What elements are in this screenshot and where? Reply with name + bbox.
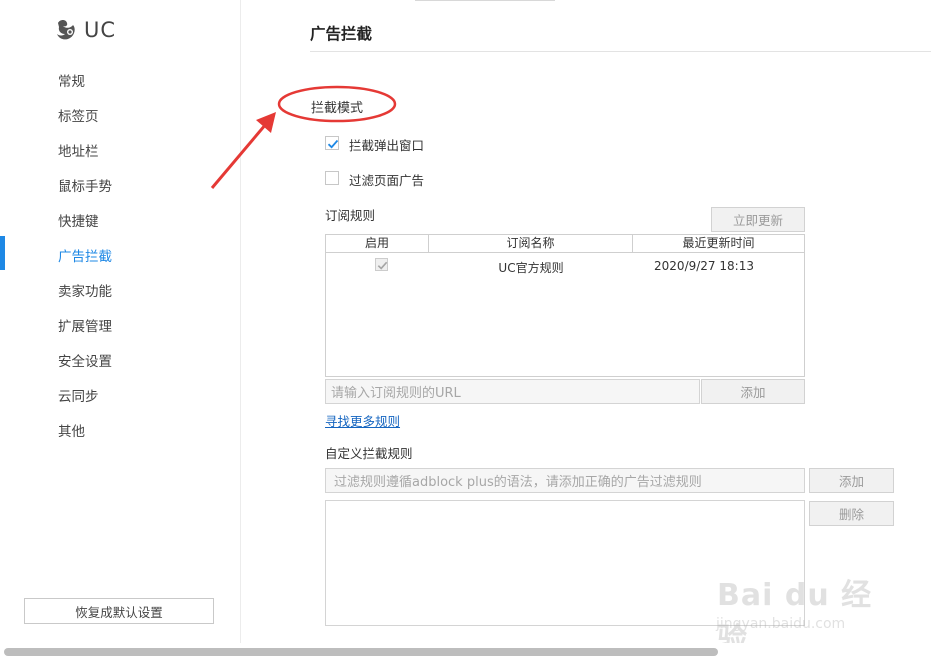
sidebar-item-other[interactable]: 其他: [58, 420, 85, 440]
add-custom-rule-button[interactable]: 添加: [809, 468, 894, 493]
subscription-rules-label: 订阅规则: [325, 208, 376, 223]
sidebar-item-extensions[interactable]: 扩展管理: [58, 315, 112, 335]
annotation-ellipse: [277, 85, 397, 123]
column-header-enabled: 启用: [326, 235, 429, 252]
find-more-rules-link[interactable]: 寻找更多规则: [325, 411, 400, 430]
sidebar-item-shortcuts[interactable]: 快捷键: [58, 210, 99, 230]
page-ad-filter-label: 过滤页面广告: [349, 173, 425, 188]
checkmark-icon: [327, 139, 339, 149]
popup-block-checkbox[interactable]: [325, 136, 339, 150]
add-subscription-button[interactable]: 添加: [701, 379, 805, 404]
sidebar-item-mouse-gestures[interactable]: 鼠标手势: [58, 175, 112, 195]
active-indicator: [0, 236, 5, 270]
uc-logo: UC: [54, 16, 116, 44]
uc-squirrel-icon: [57, 20, 75, 40]
row-rule-name: UC官方规则: [498, 261, 564, 275]
sidebar-item-seller[interactable]: 卖家功能: [58, 280, 112, 300]
top-tab-edge: [415, 0, 555, 1]
reset-defaults-button[interactable]: 恢复成默认设置: [24, 598, 214, 624]
column-header-updated: 最近更新时间: [682, 236, 755, 250]
custom-rules-label: 自定义拦截规则: [325, 446, 413, 461]
checkmark-icon: [377, 261, 388, 270]
sidebar-item-ad-block[interactable]: 广告拦截: [58, 245, 112, 265]
subscription-url-input[interactable]: 请输入订阅规则的URL: [325, 379, 700, 404]
custom-rule-input[interactable]: 过滤规则遵循adblock plus的语法，请添加正确的广告过滤规则: [325, 468, 805, 493]
sidebar-item-security[interactable]: 安全设置: [58, 350, 112, 370]
page-title: 广告拦截: [310, 25, 373, 43]
subscription-table-header: 启用 订阅名称 最近更新时间: [326, 235, 804, 253]
title-divider: [310, 51, 931, 52]
annotation-arrow-head: [256, 112, 276, 133]
horizontal-scrollbar-thumb[interactable]: [4, 648, 718, 656]
sidebar-item-general[interactable]: 常规: [58, 70, 85, 90]
baidu-watermark: Bai du 经验 jingyan.baidu.com: [712, 556, 892, 657]
delete-custom-rule-button[interactable]: 删除: [809, 501, 894, 526]
annotation-arrow-line: [210, 123, 268, 189]
sidebar-item-cloud-sync[interactable]: 云同步: [58, 385, 99, 405]
watermark-url: jingyan.baidu.com: [716, 616, 846, 632]
row-updated-time: 2020/9/27 18:13: [654, 259, 754, 273]
update-now-button[interactable]: 立即更新: [711, 207, 805, 232]
column-header-name: 订阅名称: [429, 235, 633, 252]
uc-brand-text: UC: [84, 18, 117, 42]
sidebar-item-tabs[interactable]: 标签页: [58, 105, 99, 125]
row-enabled-checkbox[interactable]: [375, 258, 388, 271]
popup-block-label: 拦截弹出窗口: [349, 138, 425, 153]
subscription-table: 启用 订阅名称 最近更新时间 UC官方规则 2020/9/27 18:13: [325, 234, 805, 377]
page-ad-filter-checkbox[interactable]: [325, 171, 339, 185]
sidebar-item-address-bar[interactable]: 地址栏: [58, 140, 99, 160]
